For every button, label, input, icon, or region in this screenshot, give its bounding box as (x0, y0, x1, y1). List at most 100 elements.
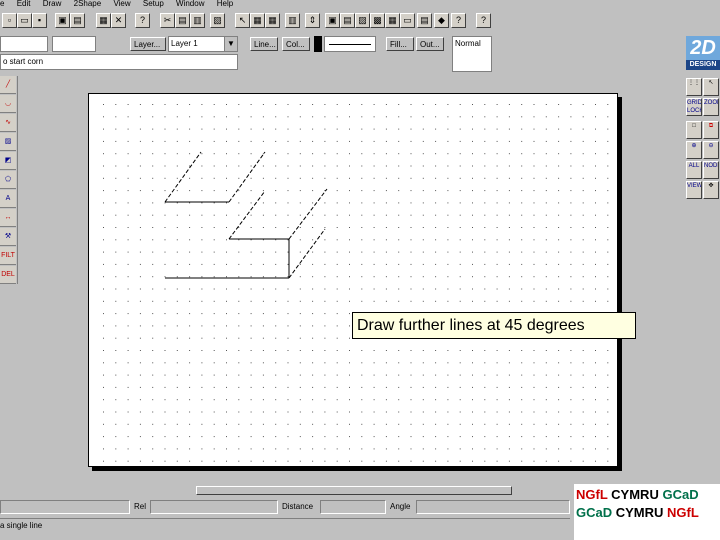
duplicate-icon[interactable]: ▧ (210, 13, 225, 28)
properties-icon[interactable]: ▦ (385, 13, 400, 28)
order-icon[interactable]: ▨ (355, 13, 370, 28)
box-icon[interactable]: □ (686, 121, 702, 139)
node-button[interactable]: NODE (703, 161, 719, 179)
grid-dot (570, 251, 572, 253)
context-help-icon[interactable]: ? (451, 13, 466, 28)
group-icon[interactable]: ▦ (250, 13, 265, 28)
tool-tool-icon[interactable]: ⚒ (0, 228, 16, 246)
view-button[interactable]: VIEW (686, 181, 702, 199)
cut-icon[interactable]: ✂ (160, 13, 175, 28)
line-tool-icon[interactable]: ╱ (0, 76, 16, 94)
grid-dot (484, 399, 486, 401)
menu-view[interactable]: View (113, 0, 130, 8)
zoom-window-icon[interactable]: ⧉ (703, 121, 719, 139)
grid-dot (176, 362, 178, 364)
grid-dot (324, 104, 326, 105)
delete-file-icon[interactable]: ✕ (111, 13, 126, 28)
menu-help[interactable]: Help (217, 0, 233, 8)
line-color-swatch[interactable] (314, 36, 322, 52)
copy-clip-icon[interactable]: ▤ (175, 13, 190, 28)
new-icon[interactable]: ▫ (2, 13, 17, 28)
grid-dot (152, 288, 154, 290)
col-button[interactable]: Col... (282, 37, 310, 51)
layers-icon[interactable]: ▣ (325, 13, 340, 28)
delete-tool-icon[interactable]: DEL (0, 266, 16, 284)
stack-icon[interactable]: ▤ (340, 13, 355, 28)
grid-dot (435, 251, 437, 253)
monitor-icon[interactable]: ▭ (400, 13, 415, 28)
zoom-button[interactable]: ZOOM (703, 98, 719, 116)
menu-draw[interactable]: Draw (43, 0, 62, 8)
menu-setup[interactable]: Setup (143, 0, 164, 8)
layer-select[interactable]: Layer 1 ▼ (168, 36, 238, 52)
grid-dot (238, 153, 240, 155)
grid-dots-icon[interactable]: ⋮⋮ (686, 78, 702, 96)
layer-button[interactable]: Layer... (130, 37, 166, 51)
open-icon[interactable]: ▭ (17, 13, 32, 28)
pan-icon[interactable]: ✥ (703, 181, 719, 199)
menu-file[interactable]: e (0, 0, 4, 8)
ungroup-icon[interactable]: ▦ (265, 13, 280, 28)
text-tool-icon[interactable]: A (0, 190, 16, 208)
grid-dot (127, 263, 129, 265)
y-field[interactable] (52, 36, 96, 52)
out-button[interactable]: Out... (416, 37, 444, 51)
arrange-icon[interactable]: ▩ (370, 13, 385, 28)
line-style-field[interactable] (324, 36, 376, 52)
snap-arrow-icon[interactable]: ↖ (703, 78, 719, 96)
export-icon[interactable]: ◆ (434, 13, 449, 28)
grid-dot (521, 140, 523, 142)
grid-dot (410, 350, 412, 351)
help-icon[interactable]: ? (135, 13, 150, 28)
menu-2shape[interactable]: 2Shape (74, 0, 102, 8)
grid-dot (238, 460, 240, 462)
grid-dot (139, 227, 141, 228)
save-icon[interactable]: ▪ (32, 13, 47, 28)
drawing-canvas[interactable] (89, 94, 617, 466)
grid-dot (189, 140, 191, 142)
menu-edit[interactable]: Edit (17, 0, 31, 8)
hatch-tool-icon[interactable]: ▨ (0, 133, 16, 151)
menu-window[interactable]: Window (176, 0, 204, 8)
grid-dot (472, 128, 473, 130)
mirror-icon[interactable]: ⇕ (305, 13, 320, 28)
polygon-tool-icon[interactable]: ⬠ (0, 171, 16, 189)
grid-dot (189, 288, 191, 290)
copy-icon[interactable]: ▤ (70, 13, 85, 28)
grid-dot (201, 153, 203, 155)
chevron-down-icon[interactable]: ▼ (224, 37, 237, 51)
filter-tool-icon[interactable]: FILT (0, 247, 16, 265)
printer-icon[interactable]: ▤ (417, 13, 432, 28)
save-all-icon[interactable]: ▣ (55, 13, 70, 28)
grid-dot (435, 374, 437, 376)
select-icon[interactable]: ↖ (235, 13, 250, 28)
scrollbar-thumb[interactable] (196, 486, 512, 495)
grid-dot (287, 337, 289, 339)
fill-tool-icon[interactable]: ◩ (0, 152, 16, 170)
command-input[interactable]: o start corn (0, 54, 238, 70)
style-preview[interactable]: Normal (452, 36, 492, 72)
dimension-tool-icon[interactable]: ↔ (0, 209, 16, 227)
zoom-out-icon[interactable]: ⊖ (703, 141, 719, 159)
grid-dot (422, 350, 424, 351)
x-field[interactable] (0, 36, 48, 52)
print-icon[interactable]: ▦ (96, 13, 111, 28)
fill-button[interactable]: Fill... (386, 37, 414, 51)
zoom-in-icon[interactable]: ⊕ (686, 141, 702, 159)
grid-dot (521, 190, 523, 192)
grid-dot (115, 153, 117, 155)
curve-tool-icon[interactable]: ∿ (0, 114, 16, 132)
line-button[interactable]: Line... (250, 37, 278, 51)
zoom-all-button[interactable]: ALL (686, 161, 702, 179)
align-icon[interactable]: ▥ (285, 13, 300, 28)
paste-icon[interactable]: ▥ (190, 13, 205, 28)
drawing-sheet[interactable] (88, 93, 618, 467)
grid-dot (410, 239, 412, 241)
what-is-this-icon[interactable]: ? (476, 13, 491, 28)
grid-dot (484, 460, 486, 462)
grid-dot (152, 104, 154, 105)
grid-dot (447, 276, 449, 278)
grid-lock-button[interactable]: GRID LOCK (686, 98, 702, 116)
grid-dot (226, 153, 227, 155)
arc-tool-icon[interactable]: ◡ (0, 95, 16, 113)
